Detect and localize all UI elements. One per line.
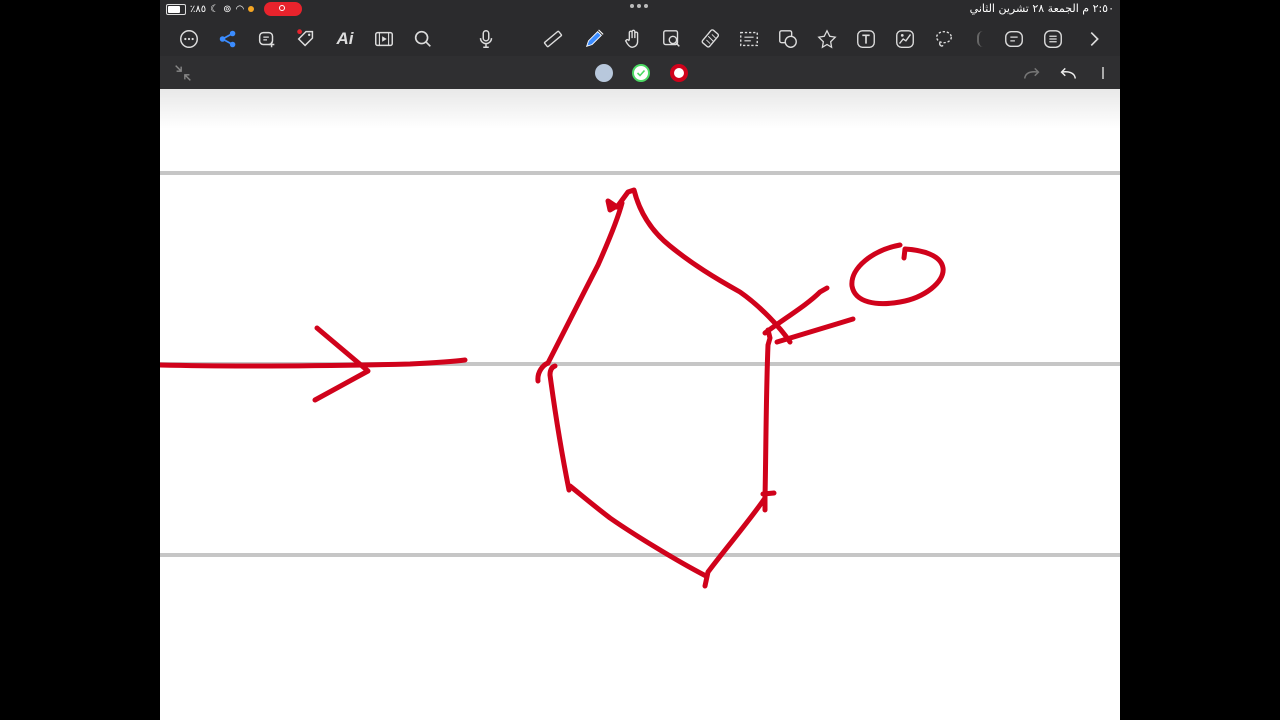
ink-ring-lower-right: [702, 495, 768, 589]
ink-oxygen-circle: [849, 242, 946, 307]
ink-ring-left-edge: [547, 363, 572, 493]
ink-bond-1: [762, 285, 830, 336]
ink-ring-right-edge: [760, 327, 777, 513]
ink-ring-bottom: [567, 483, 709, 579]
app-screen: ٪٨٥ ☾ ⊚ ◠ ٢:٥٠ م الجمعة ٢٨ تشرين الثاني: [160, 0, 1120, 720]
ink-arrow-shaft: [160, 357, 468, 369]
ink-ring-upper-left: [535, 187, 793, 384]
ink-bond-2: [774, 316, 856, 345]
handwriting-canvas[interactable]: [160, 0, 1120, 720]
